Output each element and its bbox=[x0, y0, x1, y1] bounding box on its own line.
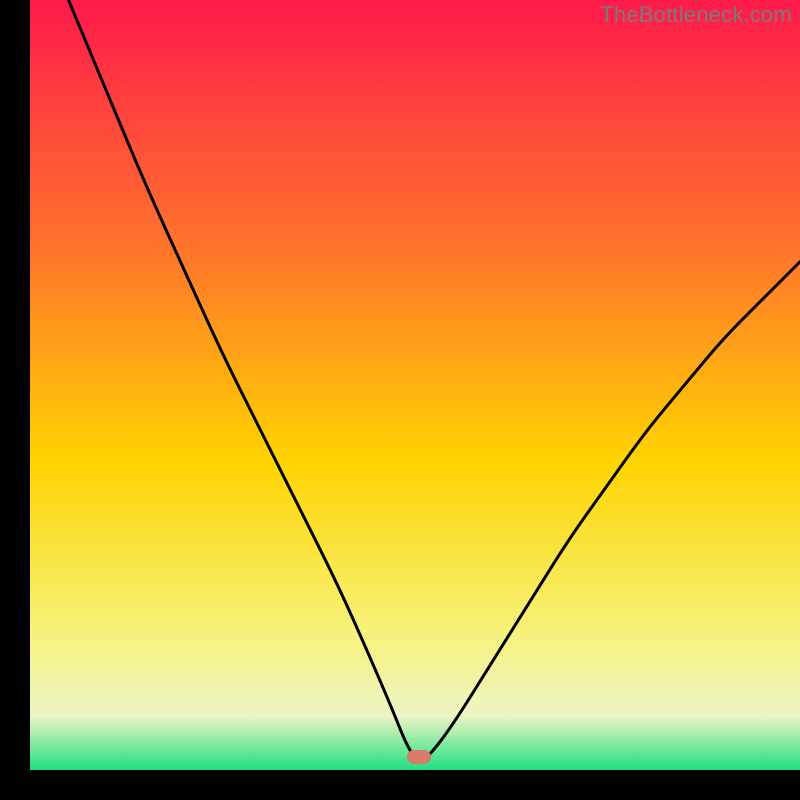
curve-layer bbox=[30, 0, 800, 770]
plot-area bbox=[30, 0, 800, 770]
optimal-point-marker bbox=[407, 750, 431, 764]
watermark-text: TheBottleneck.com bbox=[600, 2, 792, 28]
chart-frame: TheBottleneck.com bbox=[0, 0, 800, 800]
bottleneck-curve bbox=[69, 0, 800, 760]
